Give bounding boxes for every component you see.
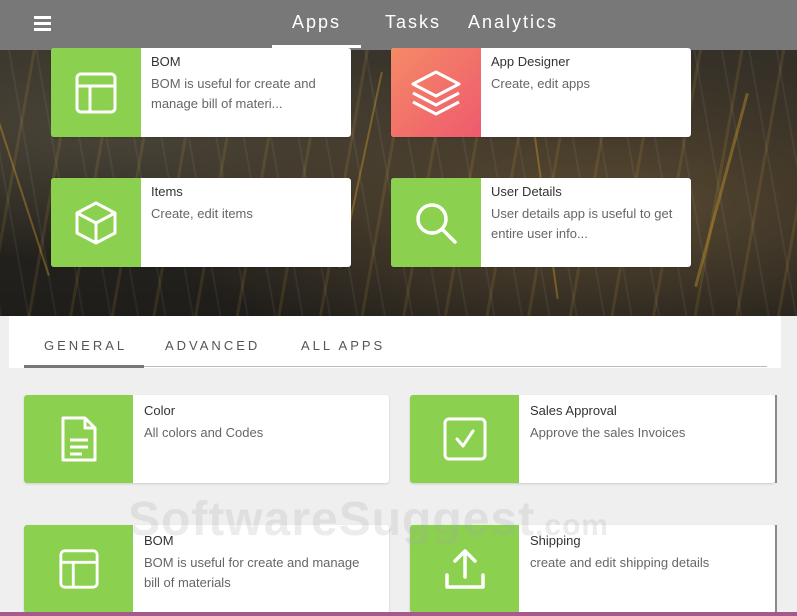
app-description: BOM is useful for create and manage bill… xyxy=(144,555,360,590)
nav-tab-apps[interactable]: Apps xyxy=(271,12,362,48)
tab-all-apps[interactable]: ALL APPS xyxy=(301,338,385,353)
app-card-user-details[interactable]: User Details User details app is useful … xyxy=(391,178,691,267)
upload-icon xyxy=(444,549,485,589)
tab-general[interactable]: GENERAL xyxy=(44,338,127,353)
app-description: User details app is useful to get entire… xyxy=(491,206,673,241)
app-tile xyxy=(410,395,519,483)
app-title: BOM xyxy=(144,533,174,548)
app-title: User Details xyxy=(491,184,562,199)
bottom-border xyxy=(0,612,797,616)
app-tile xyxy=(391,48,481,137)
layout-icon xyxy=(75,72,117,113)
app-card-bom-featured[interactable]: BOM BOM is useful for create and manage … xyxy=(51,48,351,137)
app-card-shipping[interactable]: Shipping create and edit shipping detail… xyxy=(410,525,775,613)
app-tile xyxy=(24,395,133,483)
app-card-sales-approval[interactable]: Sales Approval Approve the sales Invoice… xyxy=(410,395,775,483)
layers-icon xyxy=(411,70,461,115)
app-card-color[interactable]: Color All colors and Codes xyxy=(24,395,389,483)
app-card-items[interactable]: Items Create, edit items xyxy=(51,178,351,267)
app-tile xyxy=(410,525,519,613)
app-tile xyxy=(24,525,133,613)
app-title: Shipping xyxy=(530,533,581,548)
app-description: Approve the sales Invoices xyxy=(530,425,686,440)
scroll-edge xyxy=(775,525,777,613)
active-tab-indicator xyxy=(24,365,144,368)
layout-icon xyxy=(58,549,99,589)
app-description: BOM is useful for create and manage bill… xyxy=(151,76,316,111)
checkbox-icon xyxy=(443,417,486,461)
scroll-edge xyxy=(775,395,777,483)
cube-icon xyxy=(75,201,117,244)
app-title: Sales Approval xyxy=(530,403,617,418)
hamburger-menu-icon[interactable] xyxy=(34,16,52,32)
app-description: Create, edit apps xyxy=(491,76,591,91)
nav-tab-analytics[interactable]: Analytics xyxy=(468,12,558,33)
app-card-app-designer[interactable]: App Designer Create, edit apps xyxy=(391,48,691,137)
app-title: BOM xyxy=(151,54,181,69)
app-description: All colors and Codes xyxy=(144,425,264,440)
app-tile xyxy=(51,178,141,267)
app-tile xyxy=(391,178,481,267)
app-title: Color xyxy=(144,403,176,418)
app-description: Create, edit items xyxy=(151,206,253,221)
document-icon xyxy=(61,416,96,462)
nav-tab-tasks[interactable]: Tasks xyxy=(385,12,441,33)
app-description: create and edit shipping details xyxy=(530,555,710,570)
app-title: Items xyxy=(151,184,183,199)
tab-advanced[interactable]: ADVANCED xyxy=(165,338,260,353)
app-card-bom[interactable]: BOM BOM is useful for create and manage … xyxy=(24,525,389,613)
search-icon xyxy=(416,202,457,244)
top-navigation-bar: Apps Tasks Analytics xyxy=(0,0,797,50)
app-title: App Designer xyxy=(491,54,570,69)
app-tile xyxy=(51,48,141,137)
